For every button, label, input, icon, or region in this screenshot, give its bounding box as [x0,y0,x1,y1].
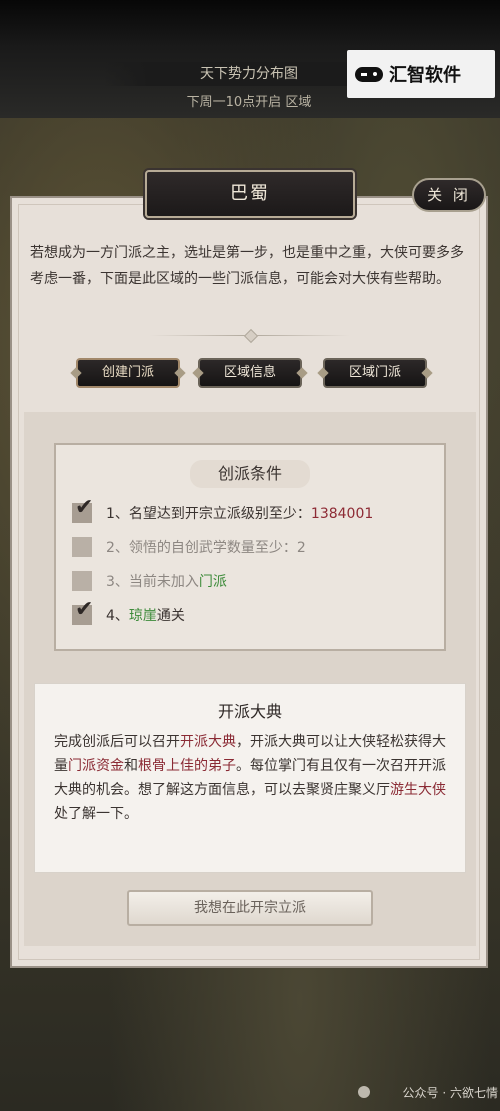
condition-suffix: 通关 [156,608,185,624]
condition-row: 3、当前未加入门派 [72,569,432,595]
condition-text: 1、名望达到开宗立派级别至少： [106,506,311,522]
conditions-title: 创派条件 [190,460,310,488]
condition-text: 2、领悟的自创武学数量至少：2 [106,540,306,556]
tab-region-info[interactable]: 区域信息 [192,358,308,388]
condition-value: 1384001 [310,506,374,522]
watermark-logo: 汇智软件 [347,50,495,98]
ceremony-text: 完成创派后可以召开开派大典，开派大典可以让大侠轻松获得大量门派资金和根骨上佳的弟… [54,734,446,822]
condition-text: 3、当前未加入 [106,574,199,590]
checkbox-unchecked [72,571,92,591]
condition-row: ✔ 1、名望达到开宗立派级别至少：1384001 [72,497,432,527]
wechat-icon [358,1086,370,1098]
ceremony-title: 开派大典 [217,702,282,721]
checkbox-checked: ✔ [72,497,93,523]
found-sect-button[interactable]: 我想在此开宗立派 [127,890,373,926]
condition-text: 4、 [106,608,129,624]
checkbox-checked: ✔ [72,599,93,625]
checkbox-unchecked [72,537,92,557]
condition-highlight: 琼崖 [128,608,157,624]
tab-label: 区域信息 [223,365,276,380]
close-button[interactable]: 关 闭 [412,178,486,212]
subtitle-post: 区域 [285,95,312,110]
tab-create-sect[interactable]: 创建门派 [70,358,186,388]
tab-label: 区域门派 [348,365,401,380]
condition-row: 2、领悟的自创武学数量至少：2 [72,535,432,561]
tab-region-sects[interactable]: 区域门派 [317,358,433,388]
intro-text: 若想成为一方门派之主，选址是第一步，也是重中之重，大侠可要多多考虑一番，下面是此… [30,245,464,287]
condition-row: ✔ 4、琼崖通关 [72,599,432,629]
tab-label: 创建门派 [101,365,154,380]
subtitle-pre: 下周一10点开启 [186,95,282,110]
gamepad-icon [355,64,383,84]
footer-credit: 公众号 · 六欲七情 [402,1086,498,1100]
condition-highlight: 门派 [198,574,227,590]
checkmark-icon: ✔ [75,597,94,622]
region-title: 巴蜀 [145,170,355,218]
checkmark-icon: ✔ [75,495,94,520]
watermark-text: 汇智软件 [389,65,461,86]
